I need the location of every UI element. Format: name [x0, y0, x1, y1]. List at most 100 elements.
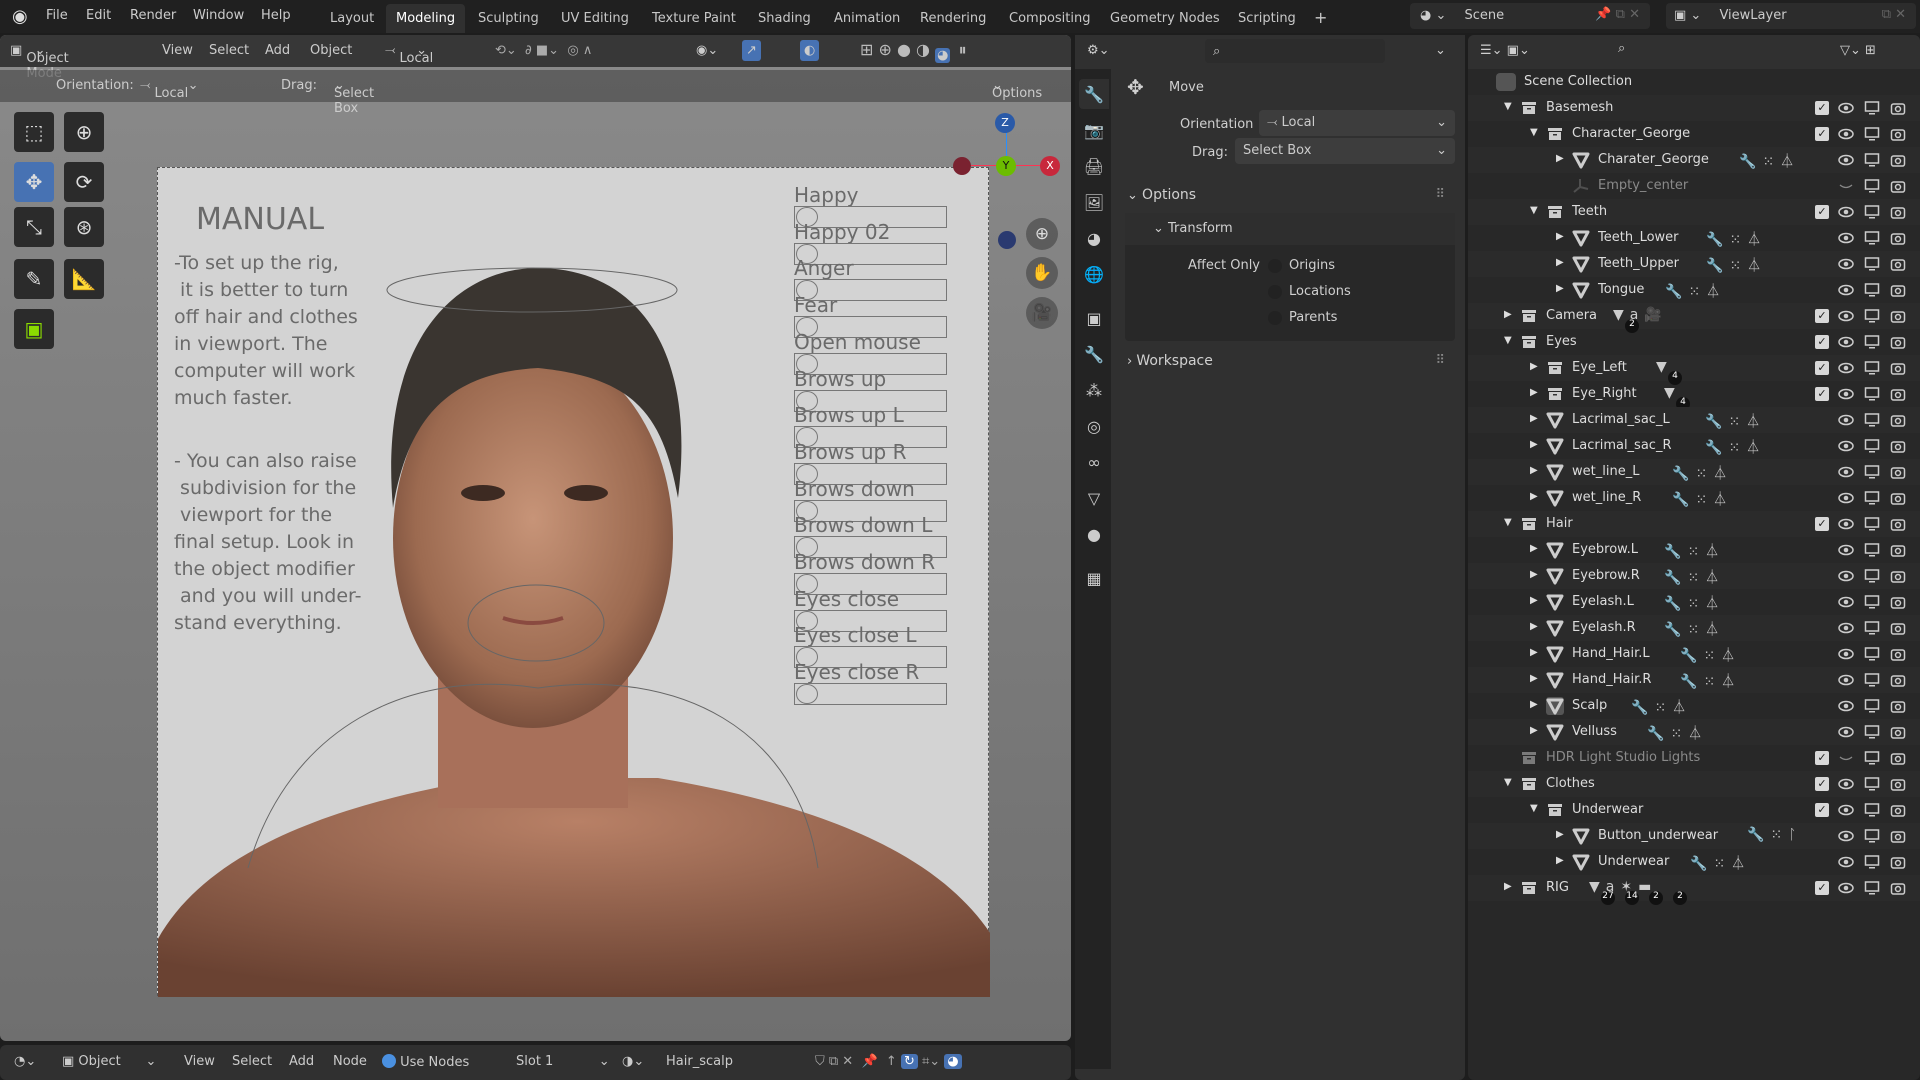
mesh-icon[interactable]	[1546, 541, 1564, 559]
monitor-icon[interactable]	[1864, 178, 1880, 194]
pan-hand-icon[interactable]: ✋	[1026, 257, 1058, 289]
eye-icon[interactable]	[1838, 672, 1854, 688]
row-name[interactable]: Velluss	[1572, 724, 1617, 739]
outliner-row[interactable]: ▶ wet_line_L 🔧 ⁙ ⏃	[1468, 459, 1920, 485]
particles-icon[interactable]: ⁙	[1728, 414, 1740, 430]
monitor-icon[interactable]	[1864, 698, 1880, 714]
tab-output[interactable]: 🖨	[1079, 151, 1109, 181]
material-icon[interactable]: ◑⌄	[622, 1054, 644, 1069]
row-name[interactable]: Hand_Hair.L	[1572, 646, 1650, 661]
camera-render-icon[interactable]	[1890, 776, 1906, 792]
vgroup-icon[interactable]: ⏃	[1731, 856, 1745, 872]
row-name[interactable]: Underwear	[1572, 802, 1643, 817]
close-icon[interactable]: 📌 ⧉ ✕	[1595, 7, 1640, 22]
exclude-checkbox[interactable]: ✓	[1815, 777, 1829, 791]
tab-sculpting[interactable]: Sculpting	[468, 4, 549, 33]
collection-icon[interactable]	[1546, 801, 1564, 819]
camera-render-icon[interactable]	[1890, 334, 1906, 350]
camera-render-icon[interactable]	[1890, 802, 1906, 818]
eye-icon[interactable]	[1838, 880, 1854, 896]
expand-down-icon[interactable]: ▼	[1504, 101, 1512, 112]
tab-world[interactable]: 🌐	[1079, 259, 1109, 289]
monitor-icon[interactable]	[1864, 750, 1880, 766]
tab-layout[interactable]: Layout	[320, 4, 384, 33]
tab-uv-editing[interactable]: UV Editing	[551, 4, 639, 33]
collection-icon[interactable]	[1520, 99, 1538, 117]
monitor-icon[interactable]	[1864, 256, 1880, 272]
camera-render-icon[interactable]	[1890, 854, 1906, 870]
display-mode-icon[interactable]: ☰⌄ ▣⌄	[1480, 43, 1530, 58]
monitor-icon[interactable]	[1864, 672, 1880, 688]
eye-icon[interactable]	[1838, 204, 1854, 220]
tab-object[interactable]: ▣	[1079, 303, 1109, 333]
wrench-icon[interactable]: 🔧	[1706, 258, 1723, 274]
origins-checkbox[interactable]	[1268, 259, 1282, 273]
expand-right-icon[interactable]: ▶	[1530, 413, 1538, 424]
outliner-row[interactable]: ▶ Teeth_Lower 🔧 ⁙ ⏃	[1468, 225, 1920, 251]
eye-icon[interactable]	[1838, 334, 1854, 350]
monitor-icon[interactable]	[1864, 412, 1880, 428]
monitor-icon[interactable]	[1864, 386, 1880, 402]
menu-window[interactable]: Window	[193, 8, 244, 23]
eye-icon[interactable]	[1838, 542, 1854, 558]
camera-render-icon[interactable]	[1890, 516, 1906, 532]
mesh-icon[interactable]	[1546, 463, 1564, 481]
camera-render-icon[interactable]	[1890, 204, 1906, 220]
move-tool[interactable]: ✥	[14, 162, 54, 202]
eye-icon[interactable]	[1838, 568, 1854, 584]
gizmo-toggle[interactable]: ↗	[742, 40, 761, 61]
vgroup-icon[interactable]: ⏃	[1746, 414, 1760, 430]
camera-render-icon[interactable]	[1890, 880, 1906, 896]
row-name[interactable]: Eyebrow.L	[1572, 542, 1638, 557]
slot-dropdown[interactable]: Slot 1 ⌄	[516, 1054, 610, 1069]
expand-right-icon[interactable]: ▶	[1530, 595, 1538, 606]
row-name[interactable]: Teeth_Upper	[1598, 256, 1679, 271]
monitor-icon[interactable]	[1864, 126, 1880, 142]
row-name[interactable]: Teeth	[1572, 204, 1607, 219]
camera-render-icon[interactable]	[1890, 152, 1906, 168]
monitor-icon[interactable]	[1864, 308, 1880, 324]
expand-down-icon[interactable]: ▼	[1530, 803, 1538, 814]
camera-render-icon[interactable]	[1890, 464, 1906, 480]
add-cube-tool[interactable]: ▣	[14, 309, 54, 349]
camera-render-icon[interactable]	[1890, 594, 1906, 610]
eye-icon[interactable]	[1838, 152, 1854, 168]
collection-icon[interactable]	[1520, 775, 1538, 793]
row-name[interactable]: Character_George	[1572, 126, 1690, 141]
vgroup-icon[interactable]: ⏃	[1706, 284, 1720, 300]
vgroup-icon[interactable]: ⏃	[1780, 154, 1794, 170]
outliner-row[interactable]: ▶ Hand_Hair.R 🔧 ⁙ ⏃	[1468, 667, 1920, 693]
mesh-icon[interactable]	[1572, 827, 1590, 845]
drag-handle-icon[interactable]: ⠿	[1435, 187, 1445, 202]
monitor-icon[interactable]	[1864, 620, 1880, 636]
eye-hidden-icon[interactable]	[1838, 750, 1854, 766]
mesh-icon[interactable]	[1546, 619, 1564, 637]
tab-scene[interactable]: ◕	[1079, 223, 1109, 253]
expand-down-icon[interactable]: ▼	[1504, 335, 1512, 346]
editor-type-icon[interactable]: ◔⌄	[14, 1054, 36, 1069]
monitor-icon[interactable]	[1864, 568, 1880, 584]
particles-icon[interactable]: ⁙	[1713, 856, 1725, 872]
particles-icon[interactable]: ⁙	[1703, 674, 1715, 690]
monitor-icon[interactable]	[1864, 516, 1880, 532]
collection-icon[interactable]	[1520, 307, 1538, 325]
expand-down-icon[interactable]: ▼	[1504, 777, 1512, 788]
expand-right-icon[interactable]: ▶	[1530, 491, 1538, 502]
outliner-row[interactable]: ▶ Eyelash.R 🔧 ⁙ ⏃	[1468, 615, 1920, 641]
exclude-checkbox[interactable]: ✓	[1815, 127, 1829, 141]
collection-icon[interactable]	[1520, 879, 1538, 897]
zoom-icon[interactable]: ⊕	[1026, 218, 1058, 250]
monitor-icon[interactable]	[1864, 594, 1880, 610]
add-workspace-button[interactable]: +	[1304, 4, 1337, 33]
wrench-icon[interactable]: 🔧	[1664, 596, 1681, 612]
tab-physics[interactable]: ◎	[1079, 411, 1109, 441]
collection-icon[interactable]	[1520, 515, 1538, 533]
mesh-icon[interactable]	[1546, 489, 1564, 507]
monitor-icon[interactable]	[1864, 828, 1880, 844]
eye-hidden-icon[interactable]	[1838, 178, 1854, 194]
scene-collection-row[interactable]: Scene Collection	[1488, 69, 1918, 95]
camera-render-icon[interactable]	[1890, 256, 1906, 272]
vgroup-icon[interactable]: ⏃	[1672, 700, 1686, 716]
monitor-icon[interactable]	[1864, 724, 1880, 740]
3d-viewport[interactable]: MANUAL -To set up the rig, it is better …	[0, 35, 1071, 1041]
